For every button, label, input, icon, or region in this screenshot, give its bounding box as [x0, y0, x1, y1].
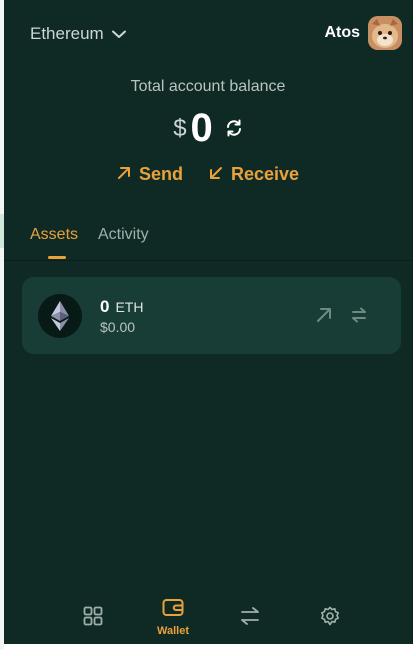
- currency-symbol: $: [173, 115, 187, 142]
- avatar[interactable]: [368, 16, 402, 50]
- grid-icon: [83, 606, 103, 631]
- asset-symbol: ETH: [115, 299, 144, 315]
- asset-fiat-value: $0.00: [100, 319, 136, 335]
- gear-icon: [320, 606, 340, 631]
- arrow-down-left-icon: [209, 164, 223, 185]
- wallet-icon: [162, 597, 184, 622]
- asset-swap-icon[interactable]: [351, 307, 367, 328]
- swap-arrows-icon: [240, 606, 260, 631]
- arrow-up-right-icon: [117, 164, 131, 185]
- send-label: Send: [138, 163, 183, 184]
- balance-display: $ 0: [4, 102, 412, 154]
- refresh-icon[interactable]: [225, 119, 243, 137]
- network-name: Ethereum: [30, 24, 104, 43]
- tab-assets[interactable]: Assets: [30, 226, 78, 244]
- asset-send-icon[interactable]: [316, 307, 332, 328]
- nav-wallet[interactable]: Wallet: [143, 597, 203, 647]
- header: Ethereum Atos: [4, 0, 412, 66]
- asset-amount: 0: [100, 297, 110, 316]
- nav-wallet-label: Wallet: [157, 625, 189, 637]
- balance-label: Total account balance: [130, 78, 286, 95]
- receive-label: Receive: [230, 163, 300, 184]
- account-switcher[interactable]: Atos: [324, 15, 402, 51]
- asset-balance: 0 ETH: [100, 297, 143, 317]
- receive-button[interactable]: Receive: [209, 158, 299, 190]
- balance-actions: Send Receive: [4, 158, 412, 190]
- balance-value: 0: [190, 106, 213, 150]
- tab-activity[interactable]: Activity: [98, 226, 149, 244]
- send-button[interactable]: Send: [117, 158, 183, 190]
- wallet-app: Ethereum Atos Total account balance $ 0 …: [4, 0, 413, 644]
- ethereum-icon: [38, 294, 82, 338]
- account-name: Atos: [324, 24, 360, 41]
- window-bottom-edge: [4, 644, 412, 650]
- network-selector[interactable]: Ethereum: [30, 20, 126, 48]
- chevron-down-icon: [111, 30, 126, 39]
- asset-tabs: Assets Activity: [4, 222, 412, 261]
- bottom-nav: Wallet: [4, 590, 412, 644]
- asset-row-eth[interactable]: 0 ETH $0.00: [22, 277, 401, 354]
- active-tab-indicator: [48, 256, 66, 259]
